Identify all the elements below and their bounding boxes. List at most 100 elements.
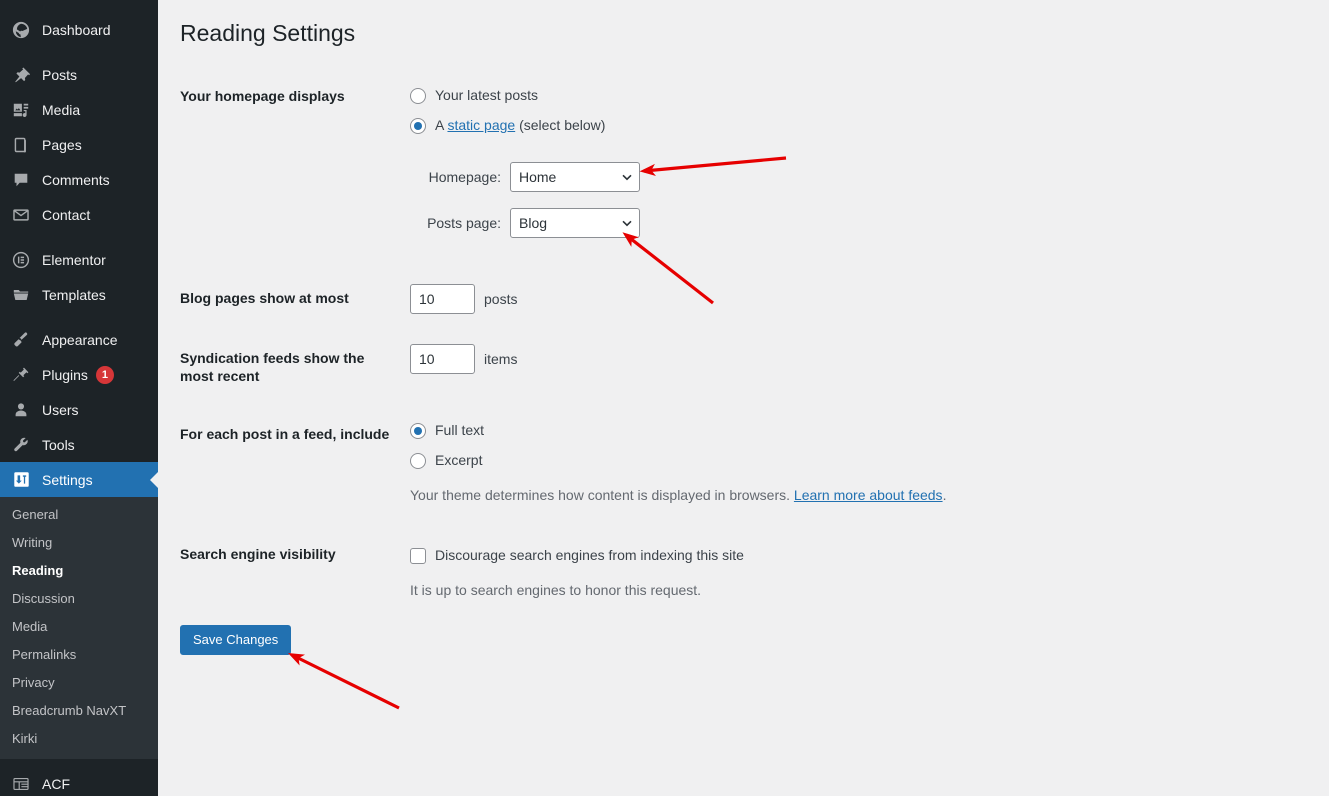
user-icon	[10, 400, 32, 420]
radio-full-text-label: Full text	[435, 422, 485, 439]
sidebar-item-acf[interactable]: ACF	[0, 766, 158, 796]
sidebar-item-label: Appearance	[42, 331, 118, 348]
radio-excerpt[interactable]: Excerpt	[410, 450, 1319, 471]
row-blog-pages: Blog pages show at most posts	[180, 269, 1329, 329]
learn-more-feeds-link[interactable]: Learn more about feeds	[794, 487, 943, 503]
radio-latest-posts[interactable]: Your latest posts	[410, 85, 1319, 106]
sidebar-item-settings[interactable]: Settings	[0, 462, 158, 497]
sidebar-item-label: Settings	[42, 471, 93, 488]
cell-syndication-feeds: items	[400, 329, 1329, 405]
feed-description: Your theme determines how content is dis…	[410, 485, 1319, 506]
checkbox-discourage-indexing-input[interactable]	[410, 547, 426, 564]
submenu-item-permalinks[interactable]: Permalinks	[0, 641, 158, 669]
row-homepage-displays: Your homepage displays Your latest posts…	[180, 70, 1329, 269]
static-page-link[interactable]: static page	[447, 117, 515, 133]
sidebar-item-posts[interactable]: Posts	[0, 57, 158, 92]
homepage-select[interactable]: HomeBlog	[510, 162, 640, 192]
sidebar-item-label: Pages	[42, 136, 82, 153]
static-prefix-text: A	[435, 117, 448, 133]
submenu-item-breadcrumb-navxt[interactable]: Breadcrumb NavXT	[0, 697, 158, 725]
sidebar-item-dashboard[interactable]: Dashboard	[0, 12, 158, 47]
sidebar-item-media[interactable]: Media	[0, 92, 158, 127]
sidebar-item-elementor[interactable]: Elementor	[0, 242, 158, 277]
main-content: Reading Settings Your homepage displays …	[158, 0, 1329, 796]
sidebar-item-contact[interactable]: Contact	[0, 197, 158, 232]
settings-submenu: General Writing Reading Discussion Media…	[0, 497, 158, 759]
submenu-item-privacy[interactable]: Privacy	[0, 669, 158, 697]
label-search-visibility: Search engine visibility	[180, 546, 336, 563]
sidebar-item-label: Media	[42, 101, 81, 118]
checkbox-discourage-indexing-label: Discourage search engines from indexing …	[435, 547, 744, 564]
submenu-item-general[interactable]: General	[0, 501, 158, 529]
sidebar-item-label: ACF	[42, 775, 70, 792]
sidebar-item-comments[interactable]: Comments	[0, 162, 158, 197]
submenu-item-discussion[interactable]: Discussion	[0, 585, 158, 613]
label-homepage-displays: Your homepage displays	[180, 88, 345, 104]
sidebar-divider	[0, 47, 158, 57]
cell-homepage-displays: Your latest posts A static page (select …	[400, 70, 1329, 269]
row-search-visibility: Search engine visibility Discourage sear…	[180, 521, 1329, 616]
radio-static-page-input[interactable]	[410, 117, 426, 134]
media-icon	[10, 100, 32, 120]
submenu-item-writing[interactable]: Writing	[0, 529, 158, 557]
sidebar-item-tools[interactable]: Tools	[0, 427, 158, 462]
sidebar-item-label: Templates	[42, 286, 106, 303]
save-changes-button[interactable]: Save Changes	[180, 625, 292, 656]
sidebar-divider	[0, 232, 158, 242]
checkbox-discourage-indexing[interactable]: Discourage search engines from indexing …	[410, 545, 1319, 566]
sidebar-item-label: Contact	[42, 206, 91, 223]
sidebar-divider	[0, 312, 158, 322]
row-feed-include: For each post in a feed, include Full te…	[180, 405, 1329, 521]
admin-sidebar: Dashboard Posts Media Pages Comments Con…	[0, 0, 158, 796]
feed-description-suffix: .	[942, 487, 947, 504]
submenu-item-media[interactable]: Media	[0, 613, 158, 641]
reading-settings-form: Your homepage displays Your latest posts…	[180, 70, 1329, 616]
envelope-icon	[10, 205, 32, 225]
wordpress-admin-screen: Dashboard Posts Media Pages Comments Con…	[0, 0, 1329, 796]
sidebar-item-templates[interactable]: Templates	[0, 277, 158, 312]
dashboard-icon	[10, 20, 32, 40]
posts-page-select[interactable]: HomeBlog	[510, 208, 640, 238]
blog-pages-unit: posts	[484, 290, 518, 307]
submenu-item-reading[interactable]: Reading	[0, 557, 158, 585]
acf-icon	[10, 774, 32, 794]
row-posts-page-select: Posts page: HomeBlog	[410, 208, 1319, 238]
label-blog-pages: Blog pages show at most	[180, 290, 349, 306]
radio-excerpt-input[interactable]	[410, 452, 426, 469]
radio-static-page[interactable]: A static page (select below)	[410, 115, 1319, 136]
sidebar-item-label: Elementor	[42, 251, 106, 268]
radio-full-text[interactable]: Full text	[410, 420, 1319, 441]
radio-static-page-label: A static page (select below)	[435, 115, 605, 136]
posts-page-select-wrap: HomeBlog	[510, 208, 640, 238]
feed-description-text: Your theme determines how content is dis…	[410, 487, 794, 504]
sidebar-item-pages[interactable]: Pages	[0, 127, 158, 162]
row-syndication-feeds: Syndication feeds show the most recent i…	[180, 329, 1329, 405]
search-visibility-description: It is up to search engines to honor this…	[410, 582, 702, 599]
plug-icon	[10, 365, 32, 385]
radio-excerpt-label: Excerpt	[435, 452, 483, 469]
sidebar-item-label: Comments	[42, 171, 110, 188]
static-page-selectors: Homepage: HomeBlog Posts page:	[410, 162, 1319, 238]
label-syndication-feeds: Syndication feeds show the most recent	[180, 350, 365, 385]
submenu-item-kirki[interactable]: Kirki	[0, 725, 158, 753]
page-title: Reading Settings	[180, 20, 356, 46]
sidebar-item-label: Dashboard	[42, 21, 111, 38]
sidebar-item-label: Posts	[42, 66, 78, 83]
pin-icon	[10, 65, 32, 85]
radio-latest-posts-input[interactable]	[410, 87, 426, 104]
radio-full-text-input[interactable]	[410, 422, 426, 439]
cell-feed-include: Full text Excerpt Your theme determines …	[400, 405, 1329, 521]
elementor-icon	[10, 250, 32, 270]
sidebar-item-label: Plugins	[42, 366, 88, 383]
cell-blog-pages: posts	[400, 269, 1329, 329]
sidebar-item-users[interactable]: Users	[0, 392, 158, 427]
paintbrush-icon	[10, 330, 32, 350]
cell-search-visibility: Discourage search engines from indexing …	[400, 521, 1329, 616]
syndication-input[interactable]	[410, 344, 475, 374]
wrench-icon	[10, 435, 32, 455]
sidebar-item-plugins[interactable]: Plugins 1	[0, 357, 158, 392]
sidebar-item-appearance[interactable]: Appearance	[0, 322, 158, 357]
label-posts-page-select: Posts page:	[427, 214, 501, 231]
comments-icon	[10, 170, 32, 190]
blog-pages-input[interactable]	[410, 284, 475, 314]
